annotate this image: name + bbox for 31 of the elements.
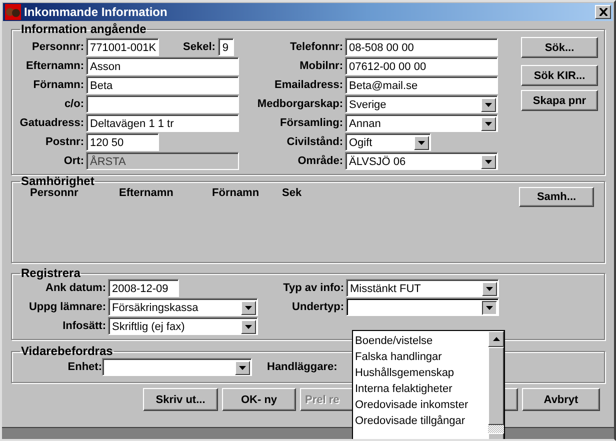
group-title: Information angående (20, 23, 148, 35)
field-label: Handläggare: (267, 361, 338, 373)
field-label: Postnr: (44, 136, 84, 148)
field-label: Uppg lämnare: (28, 301, 106, 313)
column-header: Förnamn (212, 187, 260, 199)
group-title: Vidarebefordras (20, 345, 114, 357)
field-label: Personnr: (31, 41, 84, 53)
group-title: Registrera (20, 267, 82, 279)
field-label: Förnamn: (32, 79, 84, 91)
field-label: Gatuadress: (18, 117, 84, 129)
field-label: Ank datum: (44, 282, 106, 294)
field-label: Infosätt: (62, 320, 106, 332)
window-title: Inkommande Information (24, 5, 168, 19)
field-label: Typ av info: (282, 282, 344, 294)
field-label: Enhet: (66, 361, 102, 373)
field-label: Civilstånd: (286, 136, 343, 148)
field-label: Telefonnr: (289, 41, 343, 53)
column-header: Personnr (30, 187, 78, 199)
field-label: Församling: (279, 117, 343, 129)
field-label: Emailadress: (274, 79, 343, 91)
field-label: Sekel: (183, 41, 216, 53)
field-label: Område: (296, 155, 343, 167)
field-label: Ort: (62, 155, 84, 167)
column-header: Sek (282, 187, 302, 199)
field-label: Medborgarskap: (256, 98, 343, 110)
column-header: Efternamn (119, 187, 174, 199)
group-title: Samhörighet (20, 175, 96, 187)
field-label: Mobilnr: (298, 60, 343, 72)
field-label: Undertyp: (291, 301, 344, 313)
field-label: Efternamn: (24, 60, 84, 72)
field-label: c/o: (63, 98, 84, 110)
